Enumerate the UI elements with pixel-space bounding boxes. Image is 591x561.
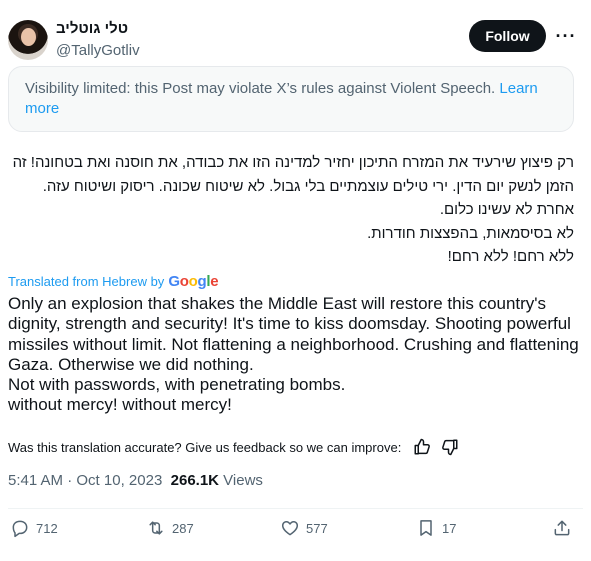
translation-attribution: Translated from Hebrew by Google <box>8 273 219 290</box>
translated-label: Translated from Hebrew by <box>8 274 165 289</box>
feedback-prompt: Was this translation accurate? Give us f… <box>8 439 402 455</box>
bookmark-icon <box>420 520 432 536</box>
follow-button[interactable]: Follow <box>469 20 546 52</box>
english-line: without mercy! without mercy! <box>8 395 232 415</box>
bookmark-count: 17 <box>442 520 457 536</box>
english-line: Not with passwords, with penetrating bom… <box>8 375 346 395</box>
google-logo: Google <box>168 273 219 290</box>
share-icon <box>554 520 570 536</box>
repost-count: 287 <box>172 520 194 536</box>
reply-count: 712 <box>36 520 58 536</box>
author-display-name[interactable]: טלי גוטליב <box>56 20 128 37</box>
reply-button[interactable]: 712 <box>10 518 58 538</box>
post-header: טלי גוטליב @TallyGotliv Follow ··· <box>8 14 583 62</box>
hebrew-line: לא בסיסמאות, בהפצצות חודרות. <box>367 224 574 242</box>
separator: · <box>63 472 77 489</box>
post-time[interactable]: 5:41 AM <box>8 472 63 489</box>
like-button[interactable]: 577 <box>280 518 328 538</box>
bookmark-button[interactable]: 17 <box>416 518 456 538</box>
views-label: Views <box>219 472 263 489</box>
more-horizontal-icon: ··· <box>555 25 577 46</box>
more-options-button[interactable]: ··· <box>552 22 580 50</box>
avatar[interactable] <box>8 20 48 60</box>
post-date[interactable]: Oct 10, 2023 <box>76 472 162 489</box>
english-line: Only an explosion that shakes the Middle… <box>8 294 579 374</box>
reply-icon <box>12 520 28 538</box>
original-post-text: רק פיצוץ שירעיד את המזרח התיכון יחזיר למ… <box>8 151 574 269</box>
heart-icon <box>281 521 299 536</box>
thumbs-up-icon[interactable] <box>413 438 431 456</box>
visibility-limited-notice: Visibility limited: this Post may violat… <box>8 66 574 132</box>
hebrew-line: רק פיצוץ שירעיד את המזרח התיכון יחזיר למ… <box>12 154 574 219</box>
post-metadata: 5:41 AM · Oct 10, 2023 266.1K Views <box>8 472 263 489</box>
notice-text: Visibility limited: this Post may violat… <box>25 80 500 97</box>
repost-icon <box>149 521 163 535</box>
translated-post-text: Only an explosion that shakes the Middle… <box>8 294 582 416</box>
repost-button[interactable]: 287 <box>146 518 194 538</box>
author-handle[interactable]: @TallyGotliv <box>56 42 140 59</box>
divider <box>8 508 583 509</box>
action-bar: 712 287 577 17 <box>8 518 582 548</box>
translation-feedback: Was this translation accurate? Give us f… <box>8 438 459 456</box>
views-count: 266.1K <box>170 472 220 489</box>
thumbs-down-icon[interactable] <box>441 438 459 456</box>
hebrew-line: ללא רחם! ללא רחם! <box>447 248 574 266</box>
like-count: 577 <box>306 520 328 536</box>
share-button[interactable] <box>552 518 578 538</box>
